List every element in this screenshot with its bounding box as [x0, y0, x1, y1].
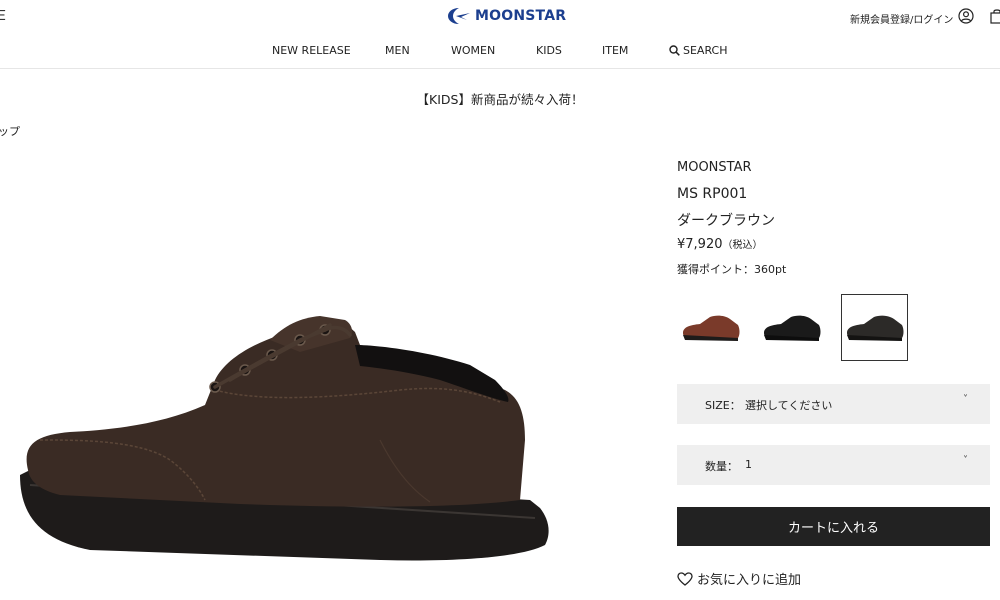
size-select-value: 選択してください: [745, 399, 833, 412]
color-swatch-dark-brown[interactable]: [841, 294, 908, 361]
swatch-shoe-image: [846, 315, 903, 341]
menu-icon[interactable]: Ξ: [0, 9, 6, 24]
nav-item[interactable]: ITEM: [602, 44, 628, 57]
price-tax-note: （税込）: [722, 240, 763, 251]
product-price: ¥7,920（税込）: [677, 236, 763, 252]
size-select[interactable]: SIZE： 選択してください ˅: [677, 384, 990, 424]
nav-women[interactable]: WOMEN: [451, 44, 495, 57]
add-to-cart-button[interactable]: カートに入れる: [677, 507, 990, 546]
size-select-label: SIZE：: [705, 399, 741, 412]
color-swatch-black[interactable]: [758, 294, 825, 361]
add-to-favorites-link[interactable]: お気に入りに追加: [677, 569, 801, 588]
main-navigation: NEW RELEASE MEN WOMEN KIDS ITEM SEARCH: [0, 44, 1000, 58]
product-color-name: ダークブラウン: [677, 213, 775, 229]
heart-icon: [677, 571, 693, 586]
chevron-down-icon: ˅: [963, 394, 968, 405]
product-model: MS RP001: [677, 186, 748, 202]
nav-new-release[interactable]: NEW RELEASE: [272, 44, 351, 57]
nav-search-label: SEARCH: [683, 44, 728, 57]
favorite-label: お気に入りに追加: [697, 573, 802, 588]
chevron-down-icon: ˅: [963, 455, 968, 466]
breadcrumb[interactable]: ップ: [0, 123, 20, 139]
quantity-select-value: 1: [745, 458, 752, 471]
moonstar-logo-mark-icon: [448, 8, 470, 24]
logo-text: MOONSTAR: [475, 8, 567, 24]
register-login-link[interactable]: 新規会員登録/ログイン: [850, 11, 953, 26]
shopping-bag-icon[interactable]: [990, 8, 1000, 24]
product-points: 獲得ポイント：360pt: [677, 263, 787, 276]
nav-men[interactable]: MEN: [385, 44, 410, 57]
swatch-shoe-image: [682, 315, 739, 341]
moonstar-logo[interactable]: MOONSTAR: [447, 7, 566, 25]
header-divider: [0, 68, 1000, 69]
color-swatch-brown[interactable]: [677, 294, 744, 361]
quantity-select-label: 数量：: [705, 460, 738, 473]
nav-kids[interactable]: KIDS: [536, 44, 562, 57]
product-image: [20, 316, 549, 561]
quantity-select[interactable]: 数量： 1 ˅: [677, 445, 990, 485]
price-value: ¥7,920: [677, 237, 723, 252]
announcement-banner[interactable]: 【KIDS】新商品が続々入荷！: [0, 89, 1000, 108]
nav-search[interactable]: SEARCH: [669, 44, 728, 57]
account-icon[interactable]: [958, 8, 974, 24]
search-icon: [669, 45, 680, 56]
swatch-shoe-image: [763, 315, 820, 341]
product-brand: MOONSTAR: [677, 160, 752, 175]
